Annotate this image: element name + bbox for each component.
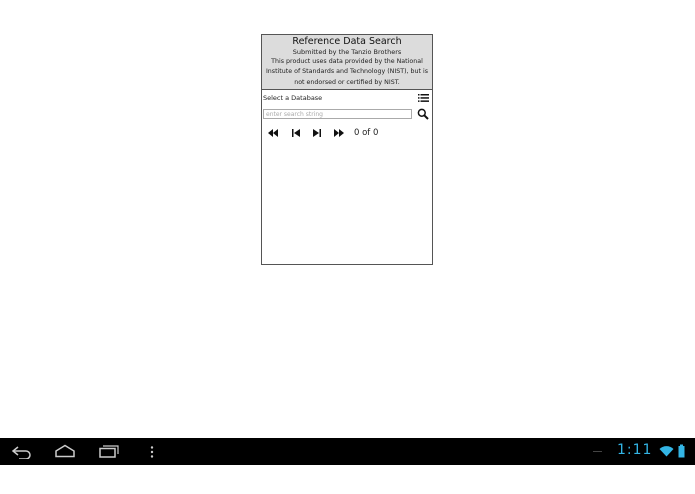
rewind-icon[interactable] <box>267 128 279 138</box>
recent-apps-icon[interactable] <box>98 444 120 458</box>
overflow-menu-icon[interactable] <box>149 445 155 459</box>
skip-previous-icon[interactable] <box>290 128 302 138</box>
app-header: Reference Data Search Submitted by the T… <box>262 35 432 90</box>
wifi-icon <box>659 446 674 457</box>
skip-next-icon[interactable] <box>311 128 323 138</box>
search-icon[interactable] <box>417 108 429 120</box>
search-row <box>262 108 432 124</box>
app-panel: Reference Data Search Submitted by the T… <box>261 34 433 265</box>
app-subtitle: Submitted by the Tanzio Brothers <box>292 48 402 56</box>
list-icon[interactable] <box>418 93 429 103</box>
record-counter: 0 of 0 <box>354 128 379 138</box>
status-indicator <box>593 451 602 452</box>
clock: 1:11 <box>617 442 653 458</box>
fast-forward-icon[interactable] <box>333 128 345 138</box>
app-title: Reference Data Search <box>292 36 402 47</box>
system-navigation-bar: 1:11 <box>0 438 695 465</box>
back-icon[interactable] <box>11 445 33 459</box>
battery-icon <box>678 444 685 458</box>
record-navigation: 0 of 0 <box>262 126 432 142</box>
database-row[interactable]: Select a Database <box>262 92 432 108</box>
home-icon[interactable] <box>54 444 76 458</box>
search-input[interactable] <box>263 109 412 119</box>
database-label: Select a Database <box>263 94 323 102</box>
nist-notice: This product uses data provided by the N… <box>265 58 429 86</box>
